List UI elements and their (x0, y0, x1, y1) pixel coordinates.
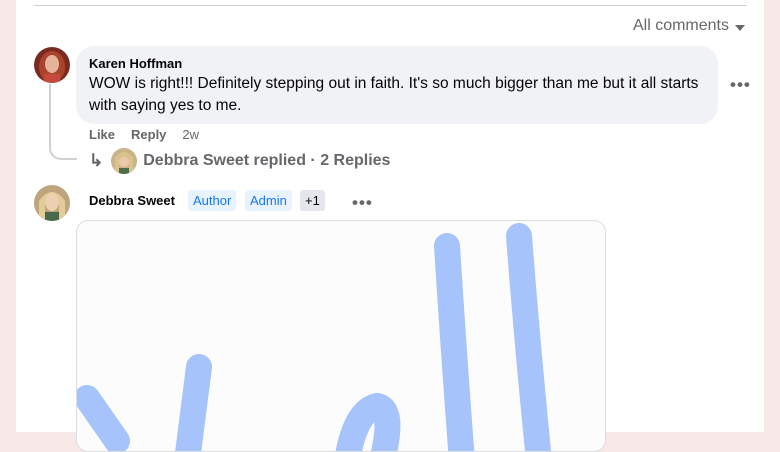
comment-timestamp[interactable]: 2w (182, 127, 199, 142)
avatar[interactable] (34, 47, 70, 83)
caret-down-icon (735, 24, 745, 31)
attached-drawing-image[interactable] (76, 220, 606, 452)
replies-summary: Debbra Sweet replied · 2 Replies (143, 152, 391, 169)
comment-author[interactable]: Karen Hoffman (89, 56, 706, 71)
comment-text: WOW is right!!! Definitely stepping out … (89, 75, 699, 114)
comment-bubble: Karen Hoffman WOW is right!!! Definitely… (76, 46, 718, 124)
view-replies-link[interactable]: ↳ Debbra Sweet replied · 2 Replies (89, 148, 390, 174)
comment-actions: Like Reply 2w (89, 127, 199, 142)
post-author[interactable]: Debbra Sweet (89, 193, 175, 208)
sort-comments-dropdown[interactable]: All comments (633, 17, 745, 35)
sort-label: All comments (632, 17, 729, 34)
reply-arrow-icon: ↳ (89, 151, 104, 170)
reply-button[interactable]: Reply (131, 127, 166, 142)
divider (34, 5, 747, 6)
avatar[interactable] (34, 185, 70, 221)
thread-connector (49, 84, 77, 160)
author-badge[interactable]: Author (188, 190, 237, 211)
avatar (111, 148, 138, 174)
comment-more-options-icon[interactable]: ••• (730, 75, 751, 95)
like-button[interactable]: Like (89, 127, 115, 142)
more-badges-count[interactable]: +1 (300, 190, 325, 211)
post-more-options-icon[interactable]: ••• (352, 193, 373, 213)
hand-drawing (77, 223, 552, 451)
admin-badge[interactable]: Admin (245, 190, 292, 211)
